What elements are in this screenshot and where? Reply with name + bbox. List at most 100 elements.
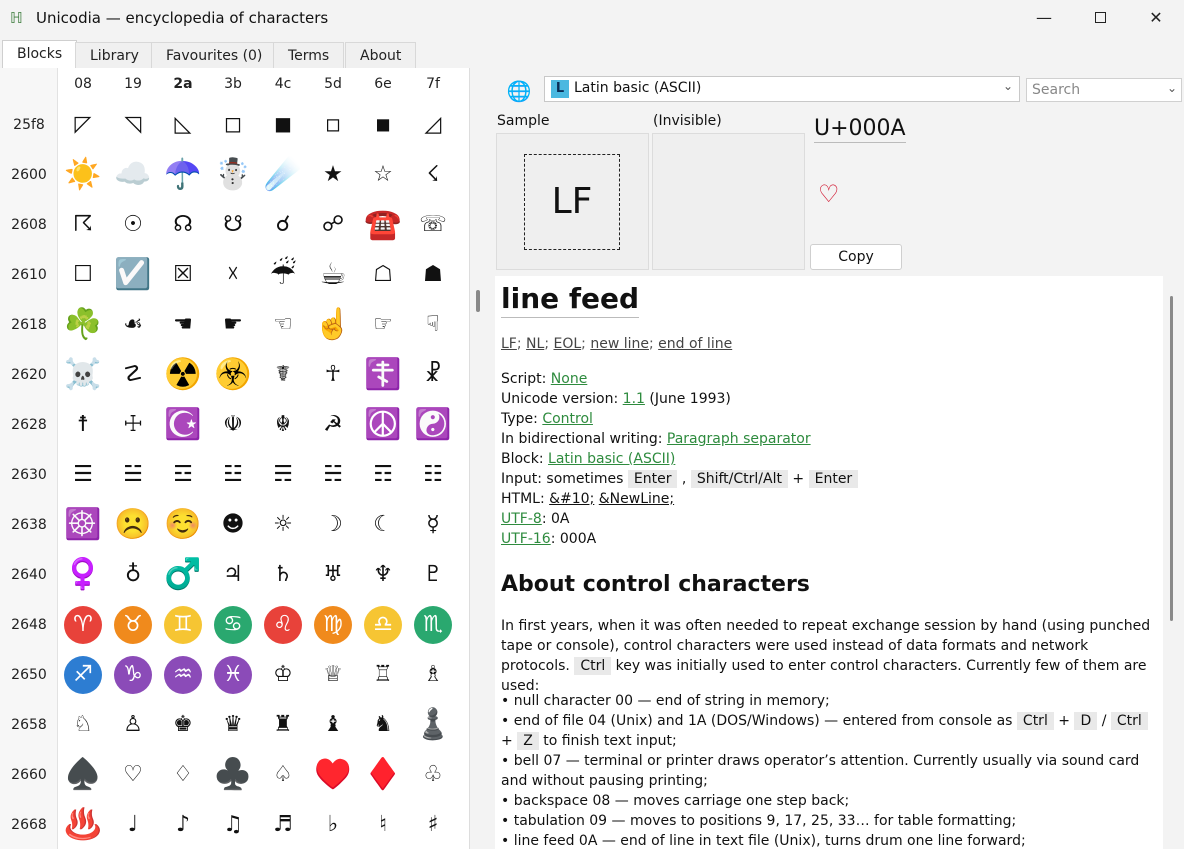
character-cell[interactable]: ♀️: [58, 550, 108, 600]
character-cell[interactable]: ◿: [408, 100, 458, 150]
character-cell[interactable]: ☒: [158, 250, 208, 300]
character-cell[interactable]: ☟: [408, 300, 458, 350]
character-cell[interactable]: ♈: [58, 600, 108, 650]
character-cell[interactable]: ☿: [408, 500, 458, 550]
character-cell[interactable]: ☖: [358, 250, 408, 300]
character-cell[interactable]: ☙: [108, 300, 158, 350]
character-cell[interactable]: ♏: [408, 600, 458, 650]
character-cell[interactable]: ♠️: [58, 750, 108, 800]
character-cell[interactable]: ♭: [308, 800, 358, 849]
character-cell[interactable]: ☈: [58, 200, 108, 250]
character-cell[interactable]: ◾: [358, 100, 408, 150]
character-cell[interactable]: ♧: [408, 750, 458, 800]
character-cell[interactable]: ☷: [408, 450, 458, 500]
character-cell[interactable]: ☉: [108, 200, 158, 250]
character-cell[interactable]: ☓: [208, 250, 258, 300]
character-cell[interactable]: ♡: [108, 750, 158, 800]
character-cell[interactable]: ♢: [158, 750, 208, 800]
tab-library[interactable]: Library: [75, 42, 154, 68]
character-cell[interactable]: ♁: [108, 550, 158, 600]
character-cell[interactable]: ☶: [358, 450, 408, 500]
character-cell[interactable]: ☳: [208, 450, 258, 500]
character-cell[interactable]: ♘: [58, 700, 108, 750]
character-cell[interactable]: ♥️: [308, 750, 358, 800]
character-cell[interactable]: ☁️: [108, 150, 158, 200]
character-cell[interactable]: ♟️: [408, 700, 458, 750]
search-input[interactable]: [1027, 79, 1157, 101]
character-cell[interactable]: ♕: [308, 650, 358, 700]
character-cell[interactable]: ♂️: [158, 550, 208, 600]
html-entity[interactable]: &NewLine;: [599, 491, 674, 507]
character-cell[interactable]: ☫: [208, 400, 258, 450]
tab-terms[interactable]: Terms: [273, 42, 345, 68]
close-button[interactable]: ✕: [1133, 0, 1179, 36]
character-cell[interactable]: ☔: [258, 250, 308, 300]
character-cell[interactable]: ☩: [108, 400, 158, 450]
character-cell[interactable]: ♊: [158, 600, 208, 650]
character-cell[interactable]: ♍: [308, 600, 358, 650]
character-cell[interactable]: ♗: [408, 650, 458, 700]
character-cell[interactable]: ♜: [258, 700, 308, 750]
block-select[interactable]: L Latin basic (ASCII) ⌄: [544, 76, 1020, 102]
script-link[interactable]: None: [551, 371, 588, 387]
character-cell[interactable]: ☂️: [158, 150, 208, 200]
character-cell[interactable]: ☕: [308, 250, 358, 300]
character-cell[interactable]: ☌: [258, 200, 308, 250]
character-cell[interactable]: ♚: [158, 700, 208, 750]
character-cell[interactable]: ♖: [358, 650, 408, 700]
character-cell[interactable]: ♤: [258, 750, 308, 800]
character-cell[interactable]: ♌: [258, 600, 308, 650]
info-scrollbar[interactable]: [1170, 296, 1173, 621]
character-cell[interactable]: ☎️: [358, 200, 408, 250]
character-cell[interactable]: ☠️: [58, 350, 108, 400]
character-cell[interactable]: ♐: [58, 650, 108, 700]
character-cell[interactable]: ◻: [208, 100, 258, 150]
character-cell[interactable]: ♆: [358, 550, 408, 600]
character-cell[interactable]: ♙: [108, 700, 158, 750]
character-cell[interactable]: ☵: [308, 450, 358, 500]
character-cell[interactable]: ☇: [408, 150, 458, 200]
character-cell[interactable]: ☜: [258, 300, 308, 350]
character-cell[interactable]: ☞: [358, 300, 408, 350]
character-cell[interactable]: ☻: [208, 500, 258, 550]
search-box[interactable]: ⌄: [1026, 78, 1182, 102]
chevron-down-icon[interactable]: ⌄: [1167, 81, 1177, 95]
character-cell[interactable]: ☀️: [58, 150, 108, 200]
character-cell[interactable]: ☬: [258, 400, 308, 450]
character-cell[interactable]: ☍: [308, 200, 358, 250]
utf8-link[interactable]: UTF-8: [501, 511, 542, 527]
character-cell[interactable]: ♣️: [208, 750, 258, 800]
character-cell[interactable]: ♎: [358, 600, 408, 650]
character-cell[interactable]: ♉: [108, 600, 158, 650]
character-cell[interactable]: ☣️: [208, 350, 258, 400]
minimize-button[interactable]: —: [1021, 0, 1067, 36]
character-cell[interactable]: ♋: [208, 600, 258, 650]
character-cell[interactable]: ☤: [258, 350, 308, 400]
codepoint-label[interactable]: U+000A: [814, 116, 906, 143]
character-cell[interactable]: ☏: [408, 200, 458, 250]
character-cell[interactable]: ☊: [158, 200, 208, 250]
character-cell[interactable]: ♦️: [358, 750, 408, 800]
character-cell[interactable]: ♨️: [58, 800, 108, 849]
character-cell[interactable]: ☧: [408, 350, 458, 400]
copy-button[interactable]: Copy: [810, 244, 902, 270]
character-cell[interactable]: ☯️: [408, 400, 458, 450]
character-cell[interactable]: ☛: [208, 300, 258, 350]
character-cell[interactable]: ☼: [258, 500, 308, 550]
tab-about[interactable]: About: [345, 42, 417, 68]
character-cell[interactable]: ♄: [258, 550, 308, 600]
html-code[interactable]: &#10;: [549, 491, 594, 507]
character-cell[interactable]: ◽: [308, 100, 358, 150]
panel-splitter[interactable]: [476, 290, 480, 312]
character-cell[interactable]: ☆: [358, 150, 408, 200]
character-cell[interactable]: ♔: [258, 650, 308, 700]
character-cell[interactable]: ☋: [208, 200, 258, 250]
tab-favourites[interactable]: Favourites (0): [151, 42, 278, 68]
character-cell[interactable]: ☱: [108, 450, 158, 500]
character-cell[interactable]: ☪️: [158, 400, 208, 450]
character-cell[interactable]: ◹: [108, 100, 158, 150]
character-cell[interactable]: ♃: [208, 550, 258, 600]
character-cell[interactable]: ♑: [108, 650, 158, 700]
globe-icon[interactable]: 🌐: [505, 78, 533, 104]
maximize-button[interactable]: [1077, 0, 1123, 36]
